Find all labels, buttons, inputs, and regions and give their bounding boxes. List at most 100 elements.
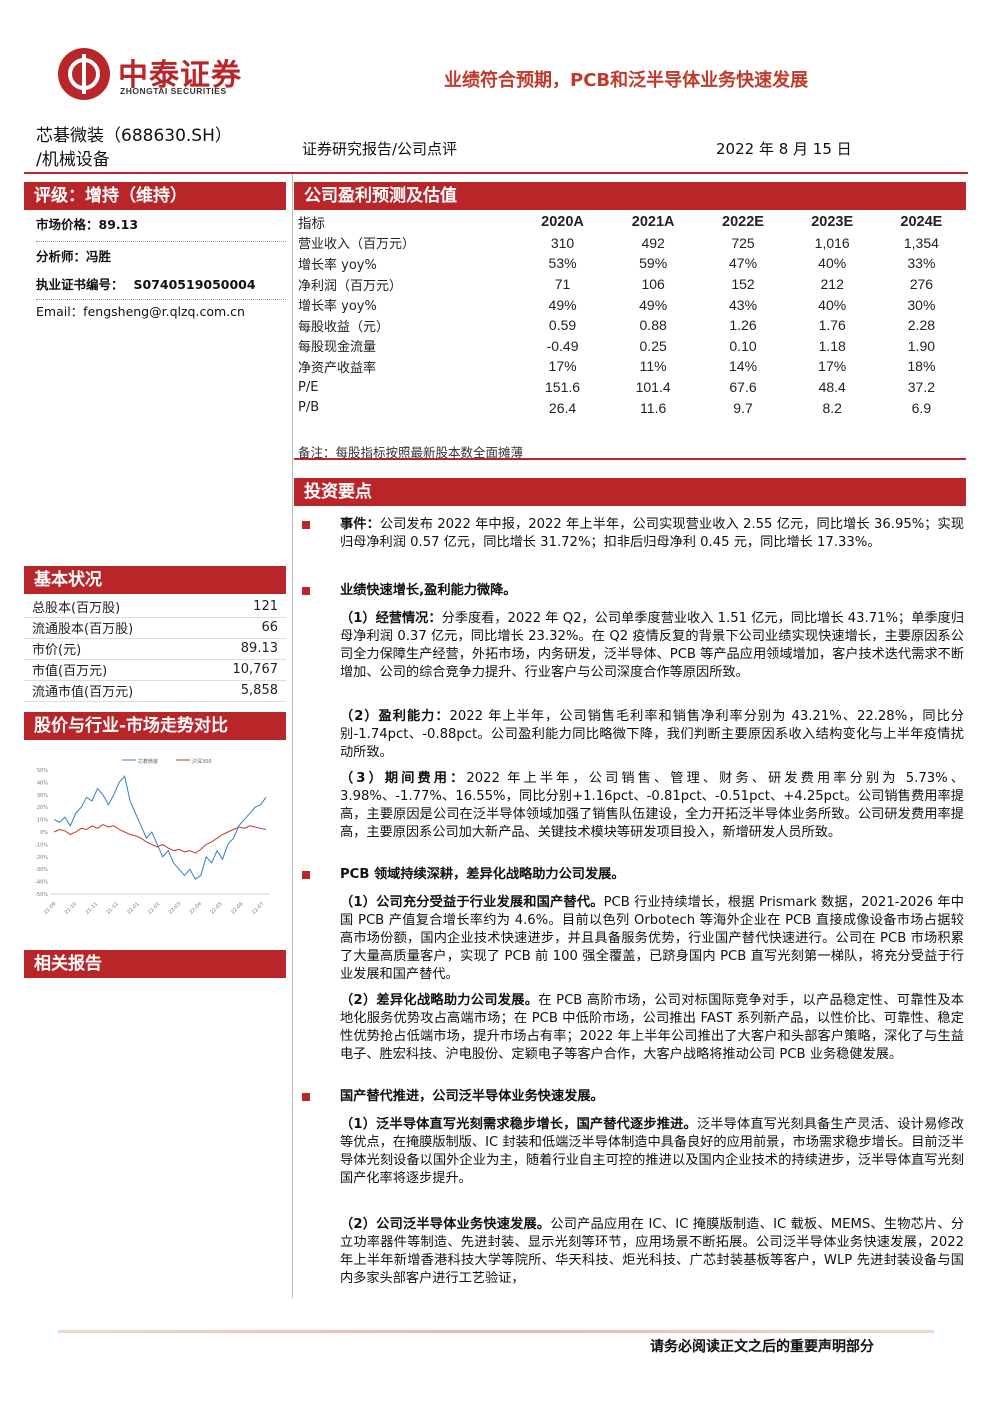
- forecast-row: P/B 26.4 11.6 9.7 8.2 6.9: [294, 397, 966, 418]
- invest-header: 投资要点: [294, 478, 966, 506]
- y-tick-label: -40%: [35, 880, 48, 886]
- header-divider: [24, 172, 968, 174]
- event-text: 公司发布 2022 年中报，2022 年上半年，公司实现营业收入 2.55 亿元…: [340, 517, 965, 550]
- forecast-cell: 152: [731, 276, 755, 293]
- forecast-row: 营业收入（百万元） 310 492 725 1,016 1,354: [294, 233, 966, 254]
- para-pcb-strategy: （2）差异化战略助力公司发展。在 PCB 高阶市场，公司对标国际竞争对手，以产品…: [340, 993, 964, 1062]
- basic-value: 121: [195, 596, 286, 618]
- forecast-cell: 8.2: [822, 399, 842, 416]
- forecast-cell: 0.25: [639, 337, 667, 354]
- x-tick-label: 22-07: [251, 901, 266, 916]
- forecast-cell: 0.10: [729, 337, 757, 354]
- para-operation: （1）经营情况：分季度看，2022 年 Q2，公司单季度营业收入 1.51 亿元…: [340, 611, 964, 680]
- market-price: 市场价格：89.13: [36, 214, 286, 242]
- y-tick-label: 40%: [37, 780, 48, 786]
- basic-value: 89.13: [195, 638, 286, 660]
- basic-row: 流通市值(百万元) 5,858: [24, 680, 286, 702]
- bullet-growth: 业绩快速增长,盈利能力微降。: [302, 582, 964, 600]
- forecast-table: 指标 2020A 2021A 2022E 2023E 2024E 营业收入（百万元） 310…: [294, 212, 966, 418]
- forecast-divider: [294, 458, 966, 460]
- series-index-line: [53, 824, 267, 854]
- report-date: 2022 年 8 月 15 日: [716, 140, 852, 158]
- basic-row: 市值(百万元) 10,767: [24, 659, 286, 681]
- footer-disclaimer: 请务必阅读正文之后的重要声明部分: [650, 1339, 874, 1355]
- y-tick-label: 10%: [37, 818, 48, 824]
- stock-name-line2: /机械设备: [36, 150, 110, 170]
- forecast-metric-label: 每股收益（元）: [298, 319, 390, 335]
- forecast-col-2020A: 2020A: [541, 214, 584, 231]
- forecast-cell: 1.26: [729, 317, 757, 334]
- forecast-cell: 11.6: [640, 399, 667, 416]
- forecast-col-2024E: 2024E: [900, 214, 943, 231]
- x-tick-label: 22-05: [209, 901, 224, 916]
- x-tick-label: 22-06: [230, 901, 245, 916]
- bullet-event: 事件：公司发布 2022 年中报，2022 年上半年，公司实现营业收入 2.55…: [302, 516, 964, 552]
- x-tick-label: 21-11: [84, 901, 99, 916]
- x-tick-label: 21-09: [43, 901, 58, 916]
- logo-icon: [58, 48, 110, 100]
- pcb-title: PCB 领域持续深耕，差异化战略助力公司发展。: [340, 867, 625, 882]
- forecast-col-2023E: 2023E: [811, 214, 854, 231]
- forecast-cell: 11%: [639, 358, 667, 375]
- forecast-metric-label: 增长率 yoy%: [298, 299, 377, 315]
- forecast-cell: 49%: [639, 296, 668, 313]
- forecast-cell: 1.18: [818, 337, 846, 354]
- forecast-cell: 106: [641, 276, 665, 293]
- forecast-cell: -0.49: [546, 337, 579, 354]
- bullet-square-icon: [302, 1093, 310, 1101]
- basic-label: 市值(百万元): [24, 659, 196, 681]
- event-label: 事件：: [340, 517, 380, 532]
- x-tick-label: 21-12: [105, 901, 120, 916]
- basic-label: 流通市值(百万元): [24, 680, 196, 702]
- forecast-col-2021A: 2021A: [631, 214, 675, 231]
- basic-value: 66: [195, 617, 286, 639]
- forecast-cell: 6.9: [911, 399, 932, 416]
- forecast-metric-label: P/E: [298, 379, 319, 395]
- x-tick-label: 22-01: [126, 901, 141, 916]
- forecast-cell: 1,016: [814, 234, 850, 251]
- y-tick-label: 20%: [37, 805, 48, 811]
- forecast-cell: 0.59: [548, 317, 577, 334]
- bullet-pcb: PCB 领域持续深耕，差异化战略助力公司发展。: [302, 866, 964, 884]
- forecast-cell: 725: [731, 234, 755, 251]
- forecast-metric-label: 增长率 yoy%: [298, 257, 377, 273]
- forecast-cell: 17%: [818, 358, 847, 375]
- trend-header: 股价与行业-市场走势对比: [24, 712, 286, 740]
- forecast-cell: 26.4: [548, 399, 577, 416]
- para-semi-business: （2）公司泛半导体业务快速发展。公司产品应用在 IC、IC 掩膜版制造、IC 载…: [340, 1217, 964, 1286]
- bullet-square-icon: [302, 871, 310, 879]
- forecast-cell: 492: [641, 234, 665, 251]
- forecast-cell: 1.90: [907, 337, 936, 354]
- forecast-cell: 30%: [907, 296, 936, 313]
- forecast-cell: 212: [820, 276, 844, 293]
- stock-name-line1: 芯碁微装（688630.SH）: [36, 126, 232, 146]
- column-divider: [292, 174, 293, 1298]
- y-tick-label: -10%: [35, 842, 48, 848]
- y-tick-label: -30%: [35, 867, 48, 873]
- basic-row: 总股本(百万股) 121: [24, 596, 286, 618]
- forecast-header: 公司盈利预测及估值: [294, 182, 966, 210]
- footer-divider: [58, 1330, 934, 1333]
- forecast-cell: 49%: [548, 296, 577, 313]
- forecast-col-metric: 指标: [298, 216, 325, 233]
- forecast-row: 增长率 yoy% 53% 59% 47% 40% 33%: [294, 253, 966, 274]
- forecast-row: 净资产收益率 17% 11% 14% 17% 18%: [294, 356, 966, 377]
- forecast-cell: 18%: [907, 358, 936, 375]
- forecast-cell: 37.2: [907, 379, 936, 396]
- x-tick-label: 22-02: [147, 901, 162, 916]
- stock-name: 芯碁微装（688630.SH） /机械设备: [36, 124, 232, 172]
- analyst-cert-label: 执业证书编号：: [36, 277, 124, 292]
- legend-index-label: 沪深300: [192, 758, 212, 765]
- trend-chart-svg: 芯碁微装 沪深300 50% 40% 30% 20% 10% 0% -10% -20% -30% -4…: [35, 758, 270, 916]
- forecast-cell: 40%: [818, 255, 847, 272]
- forecast-cell: 53%: [548, 255, 577, 272]
- analyst-email[interactable]: Email：fengsheng@r.qlzq.com.cn: [36, 301, 245, 320]
- basic-label: 流通股本(百万股): [24, 617, 196, 639]
- basic-table: 总股本(百万股) 121 流通股本(百万股) 66 市价(元) 89.13 市值(百万元) 1…: [24, 596, 286, 702]
- bullet-square-icon: [302, 587, 310, 595]
- analyst-cert-no: S0740519050004: [133, 277, 256, 292]
- para-profitability: （2）盈利能力：2022 年上半年，公司销售毛利率和销售净利率分别为 43.21…: [340, 709, 964, 760]
- forecast-cell: 2.28: [907, 317, 936, 334]
- forecast-row: 每股收益（元） 0.59 0.88 1.26 1.76 2.28: [294, 315, 966, 336]
- legend-stock-label: 芯碁微装: [138, 758, 158, 765]
